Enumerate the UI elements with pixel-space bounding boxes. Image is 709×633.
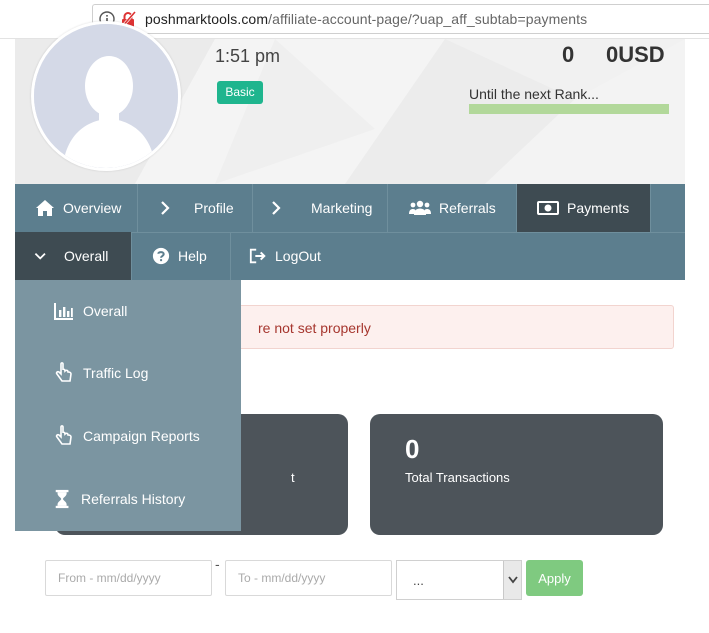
menu-item-referrals-history[interactable]: Referrals History <box>15 468 241 530</box>
stat-card-value: 0 <box>405 434 420 464</box>
question-circle-icon <box>152 247 170 265</box>
stat-card-label: Total Transactions <box>405 470 510 485</box>
tab-profile[interactable]: Profile <box>138 184 253 232</box>
date-range-separator: - <box>215 556 220 572</box>
tab-help[interactable]: Help <box>132 232 231 280</box>
money-icon <box>537 201 559 215</box>
home-icon <box>36 200 54 216</box>
chevron-right-icon <box>161 201 170 215</box>
users-icon <box>409 200 431 215</box>
tab-payments[interactable]: Payments <box>517 184 651 232</box>
rank-progress-bar <box>469 104 669 114</box>
rank-progress-label: Until the next Rank... <box>469 86 599 102</box>
avatar[interactable] <box>31 21 181 171</box>
menu-item-traffic-log[interactable]: Traffic Log <box>15 342 241 404</box>
pointer-hand-icon <box>55 362 72 382</box>
to-date-input[interactable] <box>225 560 392 596</box>
rank-progress-fill <box>469 104 669 114</box>
error-alert: re not set properly <box>220 305 674 349</box>
current-time: 1:51 pm <box>215 46 281 66</box>
stat-amount: 0USD <box>606 42 665 67</box>
tab-marketing[interactable]: Marketing <box>253 184 388 232</box>
filter-select-value: ... <box>413 573 424 588</box>
url-text[interactable]: poshmarktools.com/affiliate-account-page… <box>145 11 587 27</box>
primary-nav: Overview Profile Marketing Referrals Pay… <box>15 184 685 232</box>
hourglass-icon <box>55 489 69 509</box>
stat-card-transactions: 0 Total Transactions <box>370 414 663 535</box>
chevron-down-icon <box>34 252 46 260</box>
filter-select[interactable]: ... <box>396 560 522 600</box>
sign-out-icon <box>249 248 266 264</box>
chevron-down-icon <box>508 576 518 584</box>
alert-text: re not set properly <box>258 320 371 336</box>
tab-logout[interactable]: LogOut <box>231 232 341 280</box>
pointer-hand-icon <box>55 425 72 445</box>
chevron-right-icon <box>272 201 281 215</box>
secondary-nav: Overall Help LogOut <box>15 232 685 280</box>
from-date-input[interactable] <box>45 560 212 596</box>
select-arrow-button[interactable] <box>503 561 521 599</box>
tab-overview[interactable]: Overview <box>15 184 138 232</box>
menu-item-overall[interactable]: Overall <box>15 280 241 342</box>
overall-dropdown-menu: Overall Traffic Log Campaign Reports Ref… <box>15 280 241 531</box>
bar-chart-icon <box>54 303 73 320</box>
tab-overall[interactable]: Overall <box>15 232 132 280</box>
address-bar[interactable]: poshmarktools.com/affiliate-account-page… <box>92 4 709 34</box>
stat-card-label: t <box>291 470 295 485</box>
menu-item-campaign-reports[interactable]: Campaign Reports <box>15 405 241 467</box>
avatar-placeholder-icon <box>34 24 178 168</box>
apply-button[interactable]: Apply <box>526 560 583 596</box>
rank-badge: Basic <box>217 81 263 104</box>
stat-count: 0 <box>562 42 575 67</box>
tab-referrals[interactable]: Referrals <box>388 184 517 232</box>
